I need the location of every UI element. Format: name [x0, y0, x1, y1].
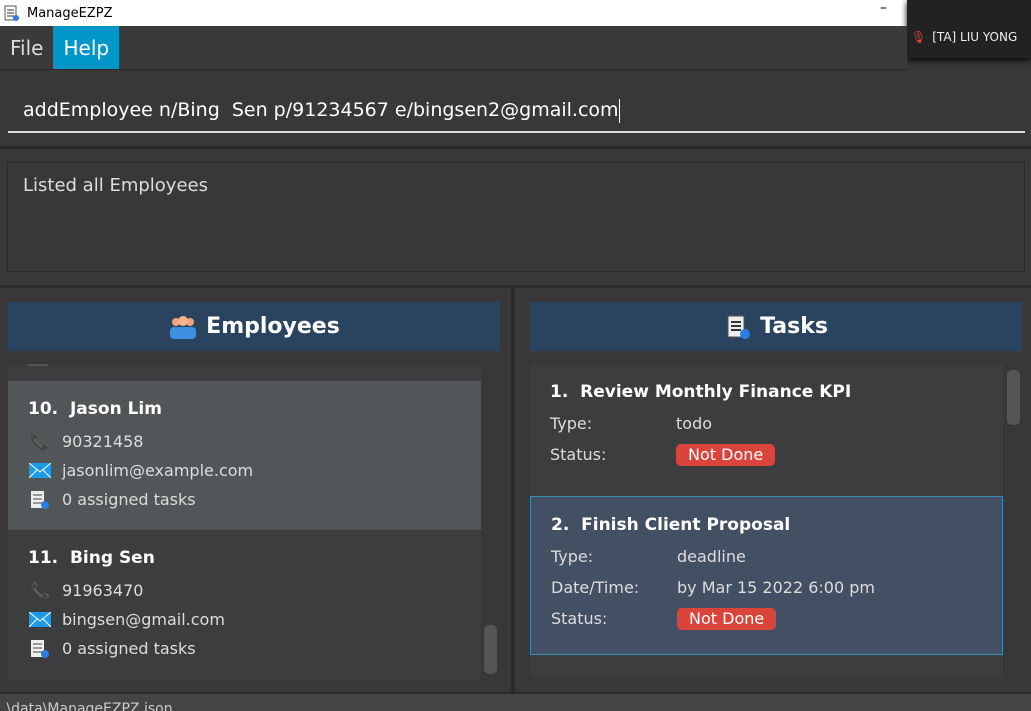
meeting-overlay: 🎙 [TA] LIU YONG: [907, 0, 1031, 58]
tasks-title: Tasks: [760, 314, 828, 339]
task-list[interactable]: 1. Review Monthly Finance KPI Type: todo …: [530, 364, 1003, 677]
tasks-icon: [28, 639, 52, 659]
employee-tasks: 0 assigned tasks: [62, 490, 196, 509]
employee-name: Jason Lim: [69, 399, 162, 419]
title-bar: ManageEZPZ: [0, 0, 907, 26]
employee-scrollbar[interactable]: [484, 625, 497, 674]
participant-label: [TA] LIU YONG: [932, 30, 1018, 44]
task-index: 1.: [550, 382, 569, 402]
type-label: Type:: [551, 547, 594, 566]
employee-card[interactable]: 10. Jason Lim 📞 90321458 jasonlim@example…: [8, 381, 481, 530]
tasks-icon: [727, 315, 751, 339]
command-input[interactable]: addEmployee n/Bing Sen p/91234567 e/bing…: [8, 91, 1025, 133]
result-display: Listed all Employees: [7, 162, 1025, 272]
email-icon: [28, 461, 52, 481]
employees-panel: Employees 10. Jason Lim 📞 90321458 jasonl…: [0, 288, 515, 692]
status-badge: Not Done: [676, 443, 776, 466]
window-title: ManageEZPZ: [27, 5, 113, 21]
menu-help[interactable]: Help: [53, 26, 120, 69]
task-card[interactable]: 1. Review Monthly Finance KPI Type: todo …: [530, 364, 1003, 496]
employee-index: 10.: [28, 399, 59, 419]
app-icon: [4, 5, 19, 21]
task-scrollbar[interactable]: [1007, 370, 1020, 425]
command-box: addEmployee n/Bing Sen p/91234567 e/bing…: [0, 71, 1031, 149]
phone-icon: 📞: [30, 581, 50, 600]
task-card[interactable]: 2. Finish Client Proposal Type: deadline …: [530, 496, 1003, 655]
task-type: todo: [676, 414, 713, 433]
employee-card[interactable]: 11. Bing Sen 📞 91963470 bingsen@gmail.com…: [8, 530, 481, 680]
employee-phone: 90321458: [62, 432, 144, 451]
employees-header: Employees: [8, 302, 500, 351]
minimize-button[interactable]: –: [880, 0, 900, 20]
status-badge: Not Done: [677, 607, 777, 630]
status-bar: .\data\ManageEZPZ.json: [0, 692, 1031, 711]
menu-bar: File Help: [0, 26, 907, 70]
partial-icon: [28, 364, 48, 366]
employee-index: 11.: [28, 548, 59, 568]
phone-icon: 📞: [30, 432, 50, 451]
email-icon: [28, 610, 52, 630]
status-label: Status:: [550, 445, 607, 464]
datetime-label: Date/Time:: [551, 578, 640, 597]
task-title: Review Monthly Finance KPI: [580, 382, 852, 402]
mic-muted-icon: 🎙: [911, 30, 927, 44]
text-caret: [618, 98, 620, 123]
employee-email: jasonlim@example.com: [62, 461, 254, 480]
status-label: Status:: [551, 609, 608, 628]
tasks-icon: [28, 490, 52, 510]
tasks-header: Tasks: [530, 302, 1022, 351]
employee-phone: 91963470: [62, 581, 144, 600]
type-label: Type:: [550, 414, 593, 433]
employee-list[interactable]: 10. Jason Lim 📞 90321458 jasonlim@example…: [8, 364, 481, 680]
task-type: deadline: [677, 547, 746, 566]
menu-file[interactable]: File: [0, 26, 53, 69]
employee-email: bingsen@gmail.com: [62, 610, 225, 629]
tasks-panel: Tasks 1. Review Monthly Finance KPI Type…: [519, 288, 1031, 692]
employee-name: Bing Sen: [69, 548, 155, 568]
employees-icon: [170, 315, 197, 339]
task-datetime: by Mar 15 2022 6:00 pm: [677, 578, 875, 597]
task-title: Finish Client Proposal: [581, 515, 791, 535]
employee-tasks: 0 assigned tasks: [62, 639, 196, 658]
task-index: 2.: [551, 515, 570, 535]
employees-title: Employees: [206, 314, 340, 339]
